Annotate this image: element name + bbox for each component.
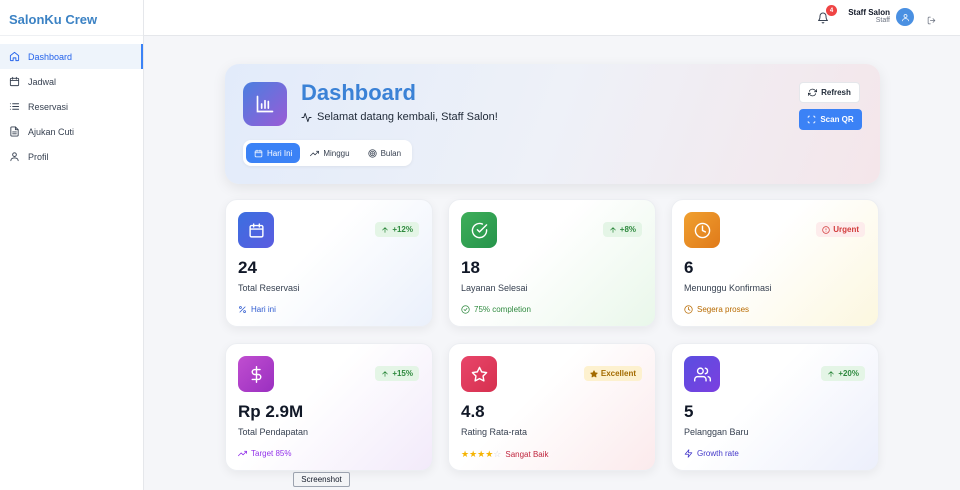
- refresh-label: Refresh: [821, 88, 851, 97]
- activity-icon: [301, 112, 312, 122]
- dashboard-hero: Dashboard Selamat datang kembali, Staff …: [225, 64, 880, 184]
- page-title: Dashboard: [301, 80, 416, 105]
- users-icon: [684, 356, 720, 392]
- period-filter: Hari Ini Minggu Bulan: [243, 140, 413, 166]
- filter-label: Hari Ini: [267, 148, 293, 158]
- scan-qr-button[interactable]: Scan QR: [799, 109, 862, 130]
- filter-bulan[interactable]: Bulan: [360, 143, 409, 163]
- logout-button[interactable]: [927, 12, 936, 30]
- scan-icon: [808, 115, 816, 124]
- arrow-up-icon: [382, 226, 389, 233]
- stat-value: 18: [461, 258, 480, 277]
- notification-badge: 4: [826, 5, 837, 16]
- stat-footer: 75% completion: [461, 305, 531, 314]
- avatar[interactable]: [896, 8, 914, 26]
- calendar-icon: [9, 76, 20, 87]
- rating-stars: ★★★★☆: [461, 449, 502, 459]
- sidebar-item-label: Dashboard: [28, 51, 73, 62]
- notification-button[interactable]: 4: [817, 5, 837, 25]
- stat-footer: Target 85%: [238, 449, 291, 458]
- stat-card-total-reservasi[interactable]: +12% 24 Total Reservasi Hari ini: [225, 199, 433, 327]
- stat-label: Rating Rata-rata: [461, 427, 528, 437]
- sidebar: SalonKu Crew Dashboard Jadwal Reservasi …: [0, 0, 144, 490]
- refresh-icon: [808, 88, 818, 97]
- file-icon: [10, 126, 19, 137]
- dollar-icon: [238, 356, 274, 392]
- stat-card-rating[interactable]: Excellent 4.8 Rating Rata-rata ★★★★☆ San…: [448, 343, 656, 471]
- stat-label: Total Reservasi: [238, 283, 300, 293]
- filter-label: Minggu: [323, 148, 350, 158]
- zap-icon: [684, 449, 693, 458]
- stat-card-pelanggan-baru[interactable]: +20% 5 Pelanggan Baru Growth rate: [671, 343, 879, 471]
- star-icon: [461, 356, 497, 392]
- scan-label: Scan QR: [820, 115, 854, 124]
- sidebar-item-ajukan-cuti[interactable]: Ajukan Cuti: [0, 119, 143, 144]
- trend-badge: +8%: [602, 222, 642, 237]
- sidebar-nav: Dashboard Jadwal Reservasi Ajukan Cuti P…: [0, 44, 143, 169]
- sidebar-item-label: Profil: [28, 151, 49, 162]
- calendar-icon: [254, 149, 263, 157]
- sidebar-item-reservasi[interactable]: Reservasi: [0, 94, 143, 119]
- stat-value: 6: [684, 258, 694, 277]
- stat-value: 24: [238, 258, 257, 277]
- trending-up-icon: [238, 450, 247, 457]
- target-icon: [367, 148, 377, 158]
- filter-hari-ini[interactable]: Hari Ini: [246, 143, 301, 163]
- home-icon: [9, 51, 20, 62]
- sidebar-item-label: Ajukan Cuti: [28, 126, 75, 137]
- stat-footer: Hari ini: [238, 305, 276, 314]
- urgent-badge: Urgent: [816, 222, 865, 237]
- stat-footer: Growth rate: [684, 449, 739, 458]
- user-role: Staff: [875, 17, 890, 24]
- alert-circle-icon: [822, 225, 830, 234]
- sidebar-item-dashboard[interactable]: Dashboard: [0, 44, 143, 69]
- sidebar-item-label: Reservasi: [28, 101, 69, 112]
- sidebar-item-jadwal[interactable]: Jadwal: [0, 69, 143, 94]
- stat-footer: Segera proses: [684, 305, 749, 314]
- user-icon: [10, 152, 19, 162]
- bar-chart-icon: [243, 82, 287, 126]
- trend-badge: +20%: [821, 366, 865, 381]
- clock-icon: [684, 212, 720, 248]
- trend-badge: +15%: [375, 366, 419, 381]
- list-icon: [9, 103, 20, 110]
- check-circle-icon: [461, 212, 497, 248]
- trending-up-icon: [310, 150, 320, 156]
- arrow-up-icon: [382, 370, 389, 377]
- check-circle-icon: [461, 305, 470, 314]
- stat-card-total-pendapatan[interactable]: +15% Rp 2.9M Total Pendapatan Target 85%: [225, 343, 433, 471]
- user-info: Staff Salon Staff: [844, 8, 890, 24]
- filter-minggu[interactable]: Minggu: [302, 143, 357, 163]
- trend-badge: +12%: [375, 222, 419, 237]
- welcome-message: Selamat datang kembali, Staff Salon!: [301, 111, 498, 123]
- clock-icon: [684, 305, 693, 314]
- stat-label: Menunggu Konfirmasi: [684, 283, 772, 293]
- calendar-icon: [238, 212, 274, 248]
- stat-footer: ★★★★☆ Sangat Baik: [461, 449, 549, 459]
- excellent-badge: Excellent: [583, 366, 642, 381]
- welcome-text: Selamat datang kembali, Staff Salon!: [317, 111, 498, 123]
- filter-label: Bulan: [380, 148, 402, 158]
- tooltip: Screenshot: [293, 472, 350, 487]
- logout-icon: [927, 16, 936, 25]
- arrow-up-icon: [610, 226, 616, 233]
- stat-label: Pelanggan Baru: [684, 427, 749, 437]
- stat-label: Layanan Selesai: [461, 283, 528, 293]
- stat-value: 4.8: [461, 402, 485, 421]
- arrow-up-icon: [828, 370, 835, 377]
- topbar: 4 Staff Salon Staff: [144, 0, 960, 36]
- refresh-button[interactable]: Refresh: [799, 82, 860, 103]
- stat-label: Total Pendapatan: [238, 427, 309, 437]
- stat-card-menunggu-konfirmasi[interactable]: Urgent 6 Menunggu Konfirmasi Segera pros…: [671, 199, 879, 327]
- user-icon: [901, 13, 909, 21]
- stat-value: 5: [684, 402, 694, 421]
- percent-icon: [239, 306, 246, 313]
- sidebar-item-profil[interactable]: Profil: [0, 144, 143, 169]
- stat-value: Rp 2.9M: [238, 402, 304, 421]
- stat-card-layanan-selesai[interactable]: +8% 18 Layanan Selesai 75% completion: [448, 199, 656, 327]
- brand-logo[interactable]: SalonKu Crew: [0, 0, 143, 36]
- user-name: Staff Salon: [848, 8, 890, 17]
- star-icon: [590, 369, 598, 377]
- sidebar-item-label: Jadwal: [28, 76, 57, 87]
